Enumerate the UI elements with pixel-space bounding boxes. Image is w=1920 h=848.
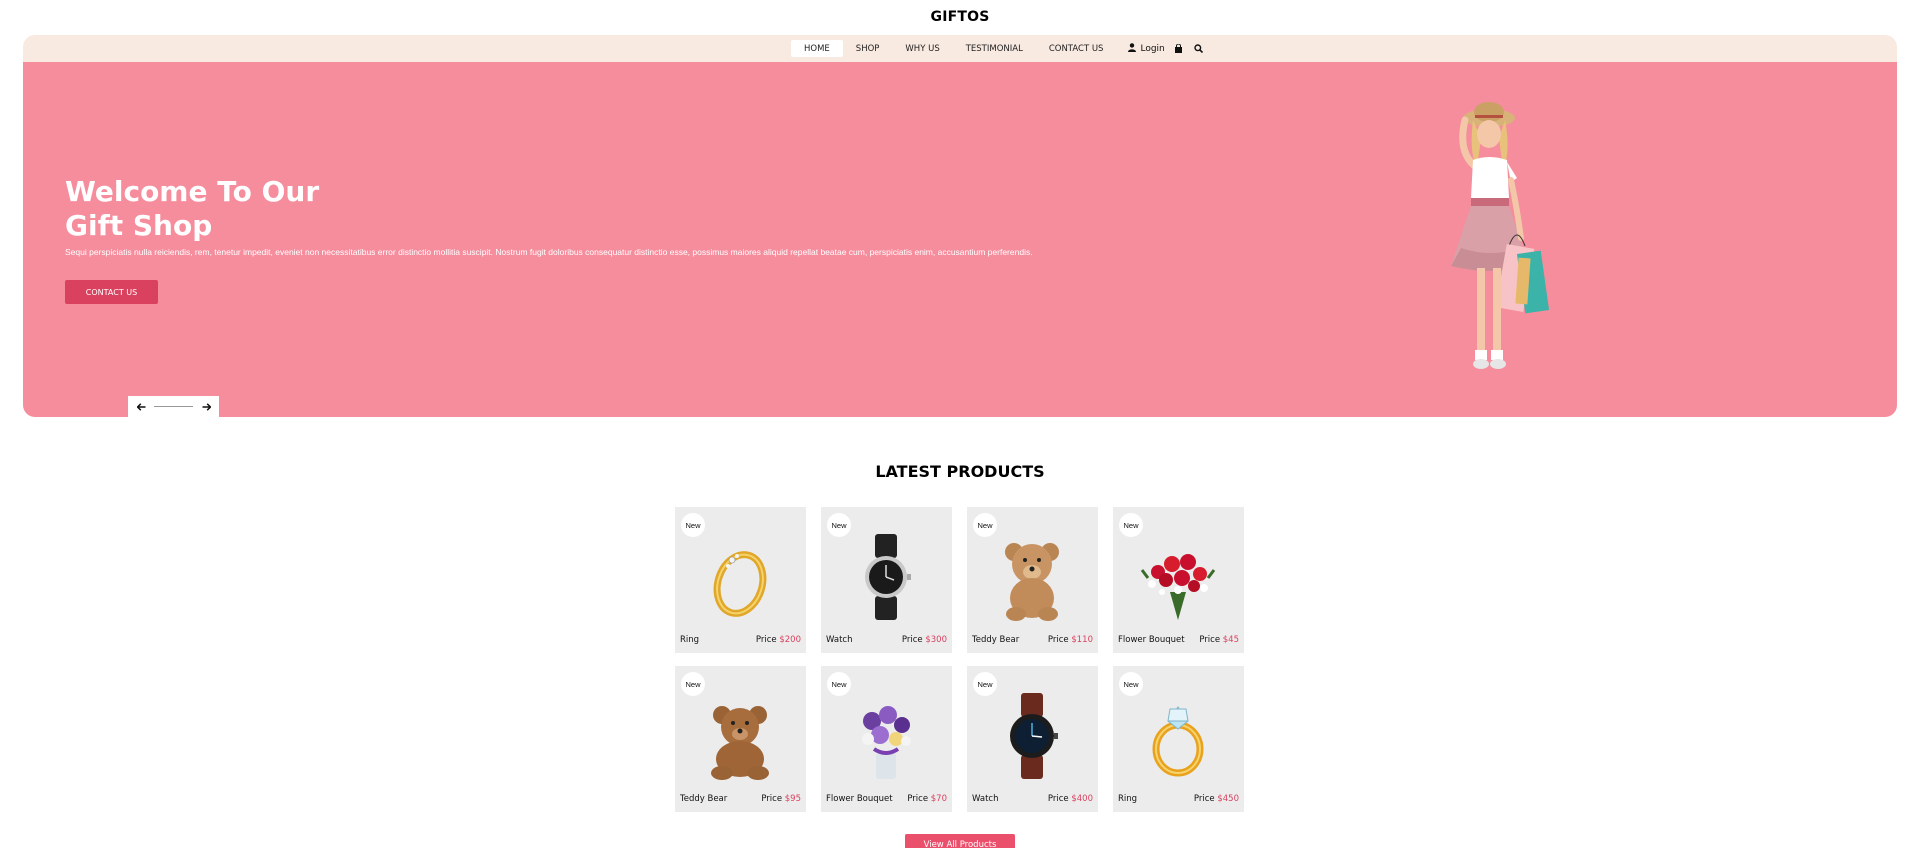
price-label: Price xyxy=(1047,794,1069,804)
product-info: Teddy Bear Price $110 xyxy=(972,635,1093,645)
product-card[interactable]: New Flower Bouquet Price $45 xyxy=(1113,507,1244,653)
price-value: $70 xyxy=(930,794,947,804)
product-price: Price $400 xyxy=(1048,794,1093,804)
product-card[interactable]: New Teddy Bear Price $110 xyxy=(967,507,1098,653)
product-info: Flower Bouquet Price $70 xyxy=(826,794,947,804)
price-value: $200 xyxy=(779,635,801,645)
nav-testimonial[interactable]: TESTIMONIAL xyxy=(953,40,1036,57)
hero-girl-image xyxy=(1451,102,1550,369)
price-value: $300 xyxy=(925,635,947,645)
section-title: LATEST PRODUCTS xyxy=(875,462,1045,481)
price-label: Price xyxy=(1199,635,1221,645)
hero-title: Welcome To Our Gift Shop xyxy=(65,175,320,242)
ring-image xyxy=(700,532,780,622)
price-value: $110 xyxy=(1071,635,1093,645)
product-info: Ring Price $200 xyxy=(680,635,801,645)
slider-progress-line xyxy=(154,406,193,407)
price-label: Price xyxy=(901,635,923,645)
bouquet-image xyxy=(1138,532,1218,622)
login-link[interactable]: Login xyxy=(1128,42,1165,55)
login-label: Login xyxy=(1140,43,1165,54)
teddy-image xyxy=(992,532,1072,622)
view-all-products-button[interactable]: View All Products xyxy=(905,834,1015,848)
arrow-left-icon[interactable] xyxy=(136,402,146,412)
price-value: $95 xyxy=(784,794,801,804)
nav-why-us[interactable]: WHY US xyxy=(892,40,952,57)
watch-image xyxy=(992,691,1072,781)
product-price: Price $45 xyxy=(1199,635,1239,645)
product-price: Price $70 xyxy=(907,794,947,804)
ring-image xyxy=(1138,691,1218,781)
arrow-right-icon[interactable] xyxy=(201,402,211,412)
teddy-image xyxy=(700,691,780,781)
hero-description: Sequi perspiciatis nulla reiciendis, rem… xyxy=(65,247,1033,257)
price-label: Price xyxy=(761,794,783,804)
product-name: Teddy Bear xyxy=(680,794,728,804)
product-grid: New Ring Price $200 New Watch Price $300 New Te… xyxy=(675,507,1245,812)
product-price: Price $300 xyxy=(902,635,947,645)
price-value: $45 xyxy=(1222,635,1239,645)
price-label: Price xyxy=(755,635,777,645)
product-info: Watch Price $300 xyxy=(826,635,947,645)
price-label: Price xyxy=(1047,635,1069,645)
slider-controls xyxy=(128,396,219,417)
price-label: Price xyxy=(907,794,929,804)
product-card[interactable]: New Watch Price $400 xyxy=(967,666,1098,812)
product-info: Watch Price $400 xyxy=(972,794,1093,804)
hero-slider: Welcome To Our Gift Shop Sequi perspicia… xyxy=(23,62,1897,417)
contact-us-button[interactable]: CONTACT US xyxy=(65,280,158,304)
nav-home[interactable]: HOME xyxy=(791,40,843,57)
shopping-bag-icon[interactable] xyxy=(1173,43,1185,55)
product-price: Price $450 xyxy=(1194,794,1239,804)
product-card[interactable]: New Ring Price $450 xyxy=(1113,666,1244,812)
search-icon[interactable] xyxy=(1193,43,1205,55)
product-card[interactable]: New Watch Price $300 xyxy=(821,507,952,653)
product-info: Flower Bouquet Price $45 xyxy=(1118,635,1239,645)
product-name: Flower Bouquet xyxy=(826,794,893,804)
product-name: Watch xyxy=(972,794,999,804)
nav-shop[interactable]: SHOP xyxy=(843,40,893,57)
user-icon xyxy=(1128,42,1137,55)
main-nav: HOME SHOP WHY US TESTIMONIAL CONTACT US … xyxy=(791,40,1205,57)
product-name: Ring xyxy=(1118,794,1138,804)
product-price: Price $110 xyxy=(1048,635,1093,645)
product-card[interactable]: New Ring Price $200 xyxy=(675,507,806,653)
price-value: $400 xyxy=(1071,794,1093,804)
product-price: Price $200 xyxy=(756,635,801,645)
nav-contact-us[interactable]: CONTACT US xyxy=(1036,40,1117,57)
product-card[interactable]: New Flower Bouquet Price $70 xyxy=(821,666,952,812)
product-name: Watch xyxy=(826,635,853,645)
bouquet-image xyxy=(846,691,926,781)
product-name: Ring xyxy=(680,635,700,645)
product-price: Price $95 xyxy=(761,794,801,804)
product-card[interactable]: New Teddy Bear Price $95 xyxy=(675,666,806,812)
product-name: Flower Bouquet xyxy=(1118,635,1185,645)
product-info: Teddy Bear Price $95 xyxy=(680,794,801,804)
product-name: Teddy Bear xyxy=(972,635,1020,645)
watch-image xyxy=(846,532,926,622)
price-value: $450 xyxy=(1217,794,1239,804)
product-info: Ring Price $450 xyxy=(1118,794,1239,804)
navbar: HOME SHOP WHY US TESTIMONIAL CONTACT US … xyxy=(23,35,1897,62)
price-label: Price xyxy=(1193,794,1215,804)
brand-logo[interactable]: GIFTOS xyxy=(0,9,1920,25)
